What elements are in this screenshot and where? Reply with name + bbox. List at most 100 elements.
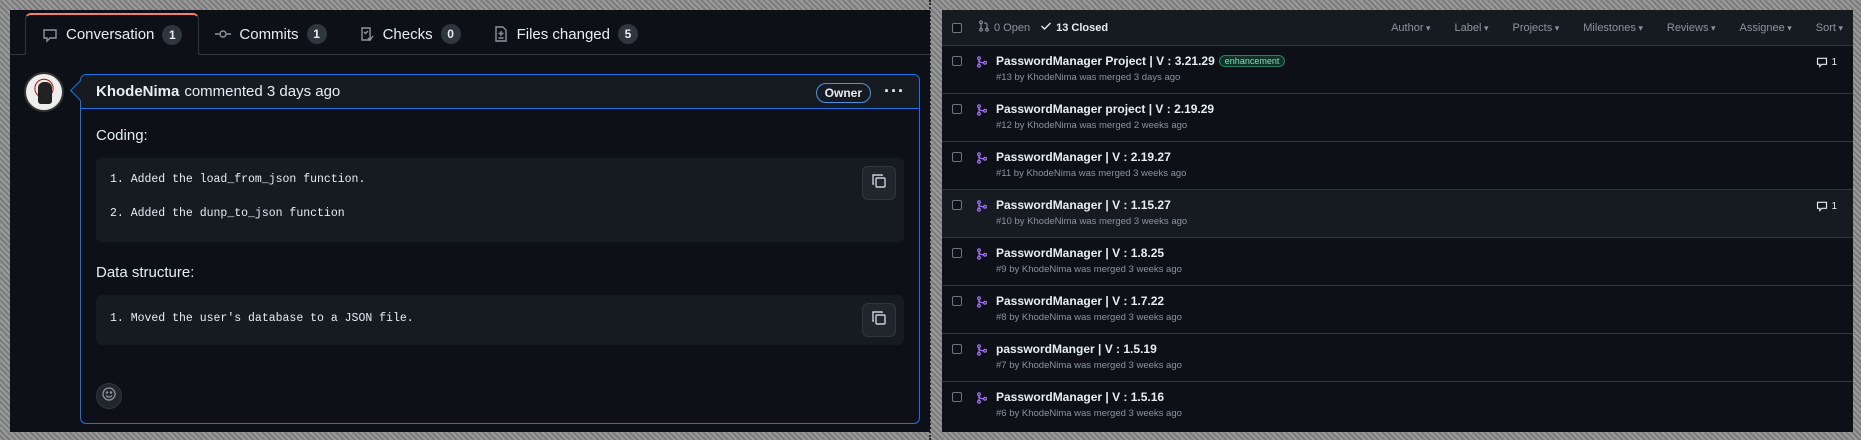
pr-open-icon: [978, 20, 990, 35]
code-block: 1. Added the load_from_json function. 2.…: [96, 158, 904, 242]
copy-button[interactable]: [862, 166, 896, 200]
merged-icon: [976, 200, 988, 212]
filter-milestones[interactable]: Milestones: [1583, 22, 1643, 34]
copy-icon: [871, 173, 887, 193]
commit-icon: [215, 26, 232, 42]
pr-title[interactable]: PasswordManager | V : 1.15.27: [996, 198, 1187, 212]
avatar[interactable]: [24, 72, 64, 112]
smiley-icon: [101, 386, 117, 407]
filter-projects[interactable]: Projects: [1512, 22, 1559, 34]
pr-title[interactable]: PasswordManager | V : 1.8.25: [996, 246, 1182, 260]
comment-count-link[interactable]: 1: [1816, 200, 1837, 212]
pr-conversation-panel: Conversation 1 Commits 1 Checks 0 Files …: [10, 10, 930, 432]
pr-meta: #13 by KhodeNima was merged 3 days ago: [996, 72, 1181, 83]
row-checkbox[interactable]: [952, 392, 962, 402]
closed-count: 13 Closed: [1056, 21, 1109, 34]
merged-icon: [976, 248, 988, 260]
filter-bar: Author Label Projects Milestones Reviews…: [1391, 22, 1843, 34]
filter-sort[interactable]: Sort: [1816, 22, 1843, 34]
select-all-checkbox[interactable]: [952, 22, 962, 33]
comment-header: KhodeNima commented 3 days ago Owner ···: [81, 75, 919, 109]
enhancement-label[interactable]: enhancement: [1218, 55, 1286, 67]
tab-count: 0: [440, 24, 461, 44]
tab-conversation[interactable]: Conversation 1: [25, 13, 200, 55]
pr-tabs: Conversation 1 Commits 1 Checks 0 Files …: [10, 10, 930, 55]
filter-reviews[interactable]: Reviews: [1667, 22, 1716, 34]
add-reaction-button[interactable]: [96, 383, 122, 409]
pr-title[interactable]: PasswordManager | V : 2.19.27: [996, 150, 1186, 164]
tab-files-changed[interactable]: Files changed 5: [477, 14, 654, 54]
section-title: Coding:: [96, 127, 148, 144]
row-checkbox[interactable]: [952, 296, 962, 306]
merged-icon: [976, 392, 988, 404]
row-checkbox[interactable]: [952, 344, 962, 354]
pr-title[interactable]: PasswordManager project | V : 2.19.29: [996, 102, 1214, 116]
comment-card: KhodeNima commented 3 days ago Owner ···…: [80, 74, 920, 424]
filter-assignee[interactable]: Assignee: [1739, 22, 1791, 34]
pr-meta: #9 by KhodeNima was merged 3 weeks ago: [996, 264, 1182, 275]
copy-button[interactable]: [862, 303, 896, 337]
tab-commits[interactable]: Commits 1: [199, 14, 342, 54]
row-checkbox[interactable]: [952, 200, 962, 210]
pr-row: PasswordManager | V : 2.19.27 #11 by Kho…: [942, 142, 1853, 190]
code-line: 1. Added the load_from_json function.: [110, 173, 366, 186]
file-diff-icon: [493, 26, 509, 42]
comment-count: 1: [1831, 200, 1837, 212]
pr-row-content: PasswordManager | V : 1.7.22 #8 by Khode…: [996, 294, 1182, 323]
copy-icon: [871, 310, 887, 330]
pr-row: PasswordManager | V : 1.15.27 #10 by Kho…: [942, 190, 1853, 238]
row-checkbox[interactable]: [952, 56, 962, 66]
pr-meta: #11 by KhodeNima was merged 3 weeks ago: [996, 168, 1187, 179]
pr-list-panel: 0 Open 13 Closed Author Label Projects M…: [942, 10, 1853, 432]
pr-title[interactable]: PasswordManager Project | V : 3.21.29: [996, 54, 1215, 68]
pr-meta: #10 by KhodeNima was merged 3 weeks ago: [996, 216, 1188, 227]
open-filter[interactable]: 0 Open: [978, 20, 1030, 35]
tab-count: 1: [162, 24, 183, 45]
tab-label: Commits: [239, 25, 299, 43]
pr-meta: #8 by KhodeNima was merged 3 weeks ago: [996, 312, 1182, 323]
code-line: 1. Moved the user's database to a JSON f…: [110, 312, 414, 325]
closed-filter[interactable]: 13 Closed: [1040, 20, 1108, 35]
pr-meta: #7 by KhodeNima was merged 3 weeks ago: [996, 360, 1182, 371]
pr-title[interactable]: PasswordManager | V : 1.5.16: [996, 390, 1182, 404]
pr-row-content: passwordManger | V : 1.5.19 #7 by KhodeN…: [996, 342, 1182, 371]
row-checkbox[interactable]: [952, 248, 962, 258]
pr-title[interactable]: PasswordManager | V : 1.7.22: [996, 294, 1182, 308]
pr-row: PasswordManager | V : 1.5.16 #6 by Khode…: [942, 382, 1853, 430]
pr-row-content: PasswordManager | V : 1.8.25 #9 by Khode…: [996, 246, 1182, 275]
comment-author[interactable]: KhodeNima: [96, 83, 179, 100]
comment-icon: [42, 27, 58, 43]
comment-count-link[interactable]: 1: [1816, 56, 1837, 68]
pr-row-content: PasswordManager Project | V : 3.21.29 enh…: [996, 54, 1286, 83]
pr-row-content: PasswordManager project | V : 2.19.29 #1…: [996, 102, 1214, 131]
code-line: 2. Added the dunp_to_json function: [110, 207, 345, 220]
tab-label: Conversation: [66, 26, 155, 43]
filter-author[interactable]: Author: [1391, 22, 1430, 34]
row-checkbox[interactable]: [952, 104, 962, 114]
pr-row: PasswordManager project | V : 2.19.29 #1…: [942, 94, 1853, 142]
pr-meta: #12 by KhodeNima was merged 2 weeks ago: [996, 120, 1188, 131]
pr-row-content: PasswordManager | V : 1.15.27 #10 by Kho…: [996, 198, 1187, 227]
checklist-icon: [359, 26, 375, 42]
pr-row: PasswordManager | V : 1.7.22 #8 by Khode…: [942, 286, 1853, 334]
comment-icon: [1817, 201, 1828, 212]
pr-row-content: PasswordManager | V : 2.19.27 #11 by Kho…: [996, 150, 1186, 179]
comment-timestamp[interactable]: commented 3 days ago: [184, 83, 340, 100]
comment-icon: [1817, 57, 1828, 68]
comment-menu-icon[interactable]: ···: [884, 81, 905, 102]
pr-meta: #6 by KhodeNima was merged 3 weeks ago: [996, 408, 1182, 419]
pr-row: passwordManger | V : 1.5.19 #7 by KhodeN…: [942, 334, 1853, 382]
merged-icon: [976, 104, 988, 116]
tab-checks[interactable]: Checks 0: [343, 14, 477, 54]
merged-icon: [976, 296, 988, 308]
tab-label: Checks: [382, 25, 433, 43]
tab-count: 1: [306, 24, 327, 44]
pr-title[interactable]: passwordManger | V : 1.5.19: [996, 342, 1182, 356]
section-title: Data structure:: [96, 264, 195, 281]
merged-icon: [976, 56, 988, 68]
tab-label: Files changed: [516, 25, 610, 43]
owner-badge: Owner: [815, 83, 871, 103]
filter-label[interactable]: Label: [1455, 22, 1489, 34]
row-checkbox[interactable]: [952, 152, 962, 162]
comment-count: 1: [1831, 56, 1837, 68]
